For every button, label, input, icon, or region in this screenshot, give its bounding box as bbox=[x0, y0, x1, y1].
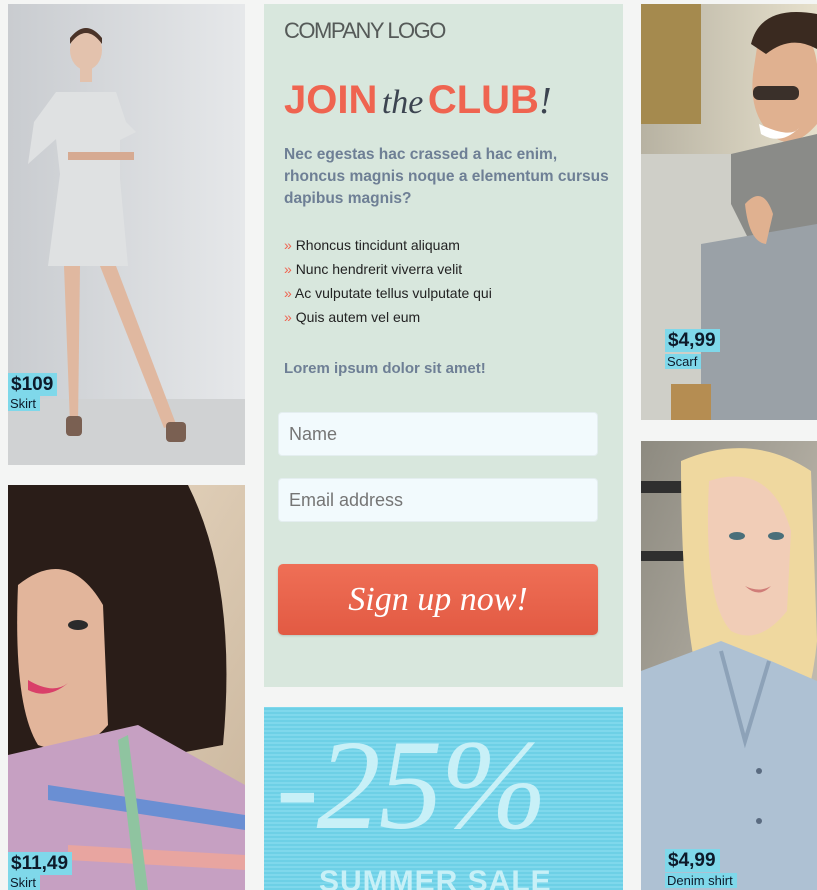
sale-percent: -25% bbox=[276, 714, 547, 856]
list-item-text: Nunc hendrerit viverra velit bbox=[295, 261, 463, 277]
list-item: » Quis autem vel eum bbox=[284, 305, 544, 329]
blonde-photo-image bbox=[641, 441, 817, 890]
list-item: » Ac vulputate tellus vulputate qui bbox=[284, 281, 544, 305]
product-price: $11,49 bbox=[8, 852, 73, 875]
product-type: Denim shirt bbox=[665, 873, 737, 888]
product-price: $4,99 bbox=[665, 329, 720, 352]
bullet-marker-icon: » bbox=[284, 261, 292, 277]
product-type: Skirt bbox=[8, 396, 40, 411]
sale-label: SUMMER SALE bbox=[319, 865, 552, 890]
bullet-marker-icon: » bbox=[284, 309, 292, 325]
list-item: » Rhoncus tincidunt aliquam bbox=[284, 233, 544, 257]
dark-hair-photo-image bbox=[8, 485, 245, 890]
intro-text: Nec egestas hac crassed a hac enim, rhon… bbox=[284, 146, 609, 207]
product-type: Skirt bbox=[8, 875, 40, 890]
list-item: » Nunc hendrerit viverra velit bbox=[284, 257, 544, 281]
company-logo[interactable]: COMPANY LOGO bbox=[284, 18, 446, 44]
product-price: $4,99 bbox=[665, 849, 720, 872]
signup-card: COMPANY LOGO JOIN the CLUB! Nec egestas … bbox=[264, 4, 623, 687]
headline-exclamation: ! bbox=[538, 80, 552, 122]
signup-button[interactable]: Sign up now! bbox=[278, 564, 598, 635]
product-photo-shirt-dark-hair[interactable] bbox=[8, 485, 245, 890]
bullet-marker-icon: » bbox=[284, 285, 292, 301]
product-type: Scarf bbox=[665, 354, 702, 369]
name-input[interactable] bbox=[278, 412, 598, 456]
headline-club: CLUB bbox=[427, 78, 539, 122]
email-input[interactable] bbox=[278, 478, 598, 522]
bullet-marker-icon: » bbox=[284, 237, 292, 253]
list-item-text: Quis autem vel eum bbox=[295, 309, 421, 325]
headline-the: the bbox=[381, 84, 424, 121]
product-price: $109 bbox=[8, 373, 58, 396]
list-item-text: Ac vulputate tellus vulputate qui bbox=[294, 285, 492, 301]
summer-sale-banner[interactable]: -25% SUMMER SALE bbox=[264, 707, 623, 890]
product-photo-denim-shirt[interactable] bbox=[641, 441, 817, 890]
list-item-text: Rhoncus tincidunt aliquam bbox=[295, 237, 460, 253]
tagline: Lorem ipsum dolor sit amet! bbox=[284, 360, 486, 377]
bullet-list: » Rhoncus tincidunt aliquam » Nunc hendr… bbox=[284, 233, 544, 329]
headline: JOIN the CLUB! bbox=[284, 78, 552, 123]
headline-join: JOIN bbox=[284, 78, 378, 122]
